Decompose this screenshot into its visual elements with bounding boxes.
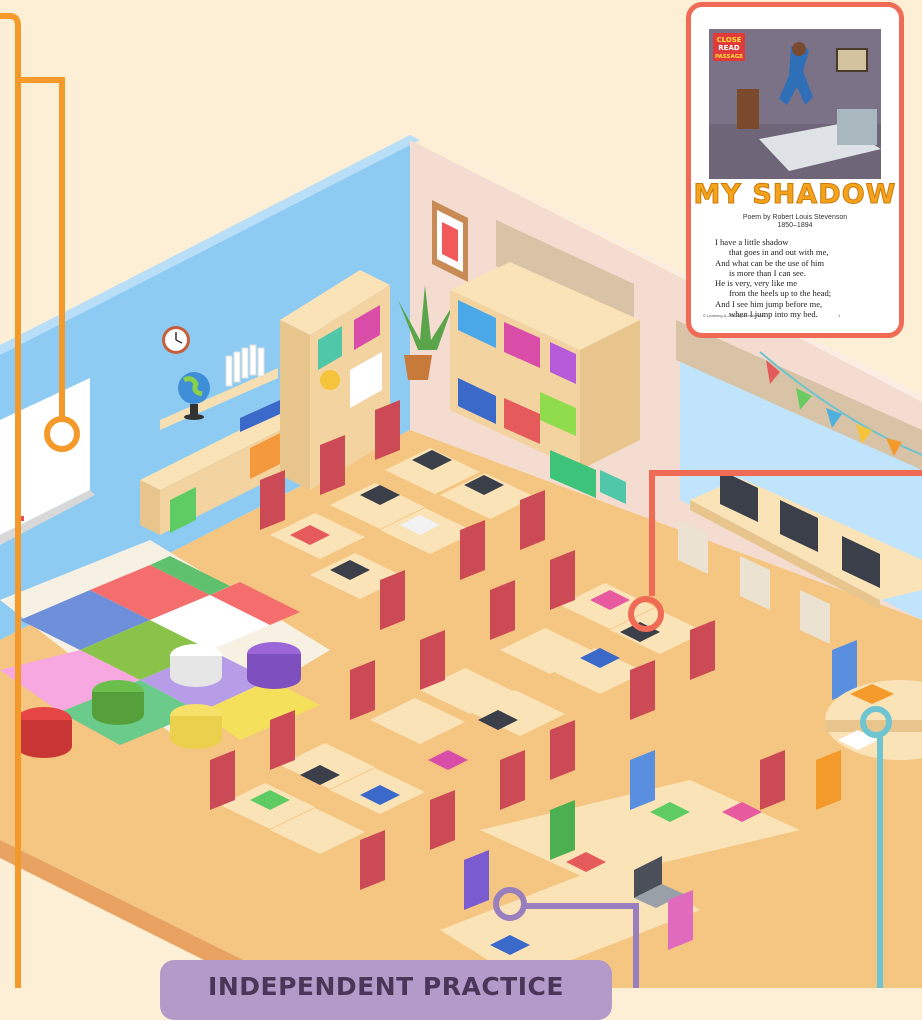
page-number: 1 [838, 313, 841, 318]
card-badge-line-1: CLOSE [716, 36, 741, 44]
poem-line: from the heels up to the head; [729, 288, 832, 299]
poem-text: I have a little shadow that goes in and … [715, 237, 895, 319]
poem-author: Poem by Robert Louis Stevenson [742, 214, 848, 221]
card-badge-line-2: READ [718, 44, 740, 52]
poem-line: is more than I can see. [729, 267, 806, 278]
poem-line: He is very, very like me [715, 278, 798, 289]
copyright-note: © Learning A–Z All rights reserved. [703, 313, 765, 318]
poem-title: MY SHADOW [693, 179, 897, 211]
poem-line: that goes in and out with me, [729, 247, 829, 258]
banner-label: INDEPENDENT PRACTICE [208, 972, 564, 1001]
independent-practice-banner: INDEPENDENT PRACTICE [160, 960, 612, 1020]
poem-line: I have a little shadow [715, 237, 789, 247]
passage-card: CLOSE READ PASSAGE MY SHADOW Poem by Rob… [686, 2, 904, 338]
card-badge-line-3: PASSAGE [715, 54, 743, 60]
clock-icon [162, 326, 190, 354]
poem-author-years: 1850–1894 [777, 222, 813, 229]
poem-line: And what can be the use of him [715, 257, 825, 268]
poem-line: And I see him jump before me, [715, 298, 823, 309]
poem-illustration: CLOSE READ PASSAGE [709, 29, 881, 179]
